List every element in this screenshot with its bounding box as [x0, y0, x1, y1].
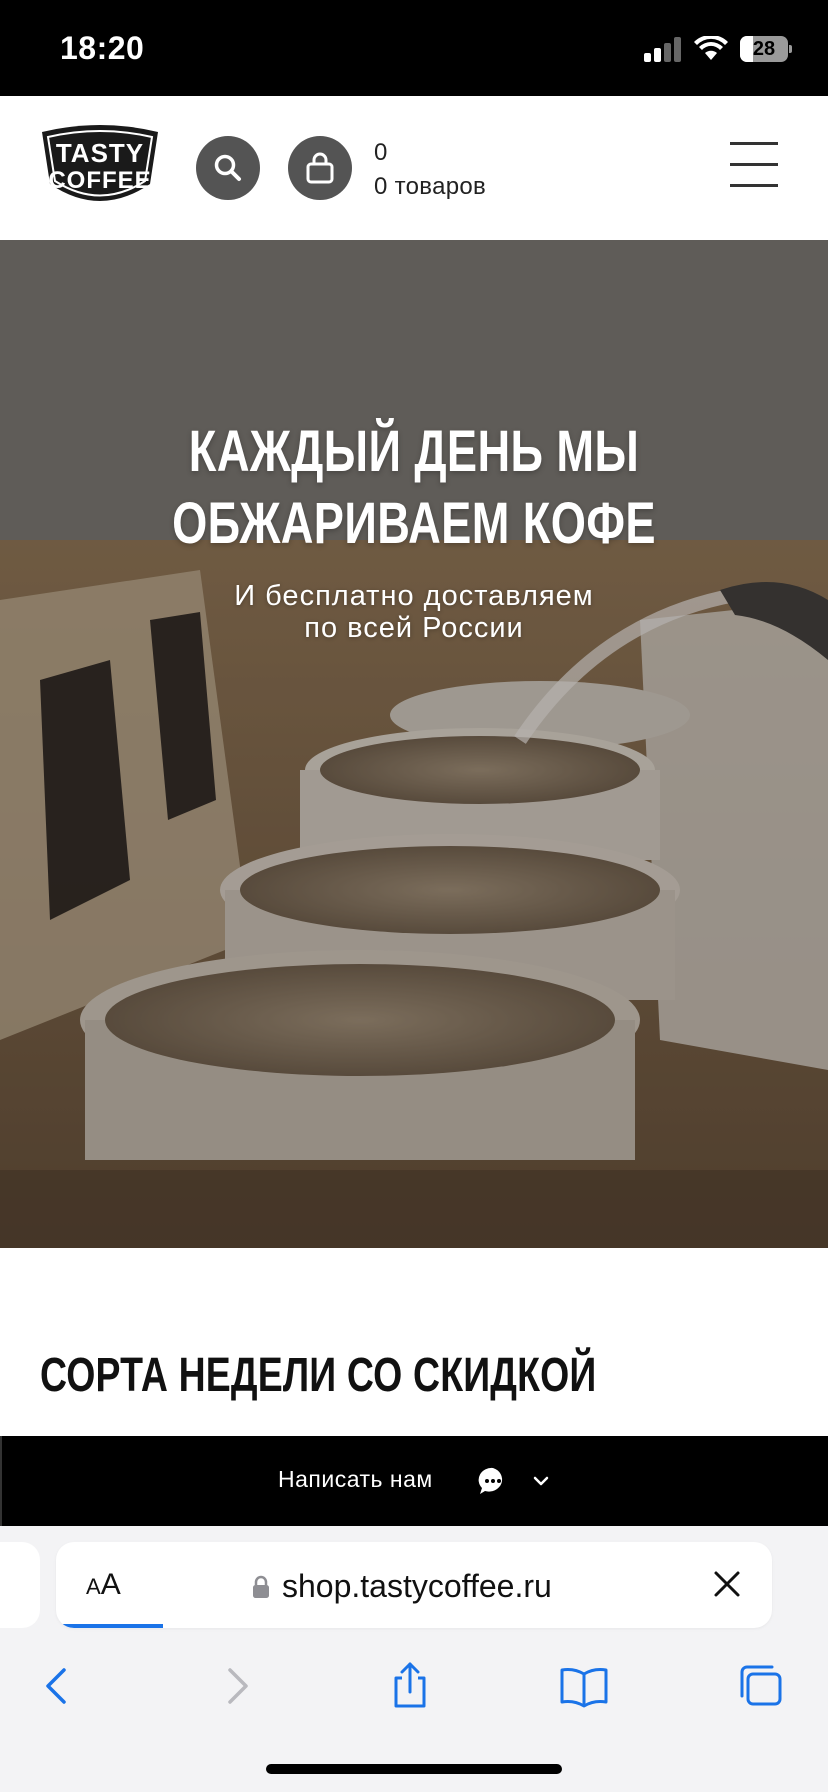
previous-tab-card[interactable]	[0, 1542, 40, 1628]
search-button[interactable]	[196, 136, 260, 200]
tabs-icon[interactable]	[734, 1660, 786, 1712]
hero-banner: КАЖДЫЙ ДЕНЬ МЫ ОБЖАРИВАЕМ КОФЕ И бесплат…	[0, 240, 828, 1248]
share-icon[interactable]	[384, 1660, 436, 1712]
chevron-down-icon[interactable]	[532, 1474, 550, 1488]
browser-toolbar	[0, 1646, 828, 1726]
status-bar: 18:20 28	[0, 0, 828, 96]
svg-text:TASTY: TASTY	[56, 138, 144, 168]
hero-subtitle-line1: И бесплатно доставляем	[234, 580, 594, 612]
section-title-weekly-deals: СОРТА НЕДЕЛИ СО СКИДКОЙ	[40, 1349, 597, 1402]
chat-bar[interactable]: Написать нам	[0, 1436, 828, 1526]
svg-text:COFFEE: COFFEE	[48, 167, 151, 194]
hero-overlay	[0, 240, 828, 1248]
bookmarks-icon[interactable]	[558, 1660, 610, 1712]
tasty-coffee-logo[interactable]: TASTY COFFEE	[38, 122, 162, 210]
cart-items-label: 0 товаров	[374, 173, 487, 200]
forward-icon[interactable]	[210, 1660, 262, 1712]
hero-subtitle-line2: по всей России	[304, 612, 524, 644]
hero-title-line1: КАЖДЫЙ ДЕНЬ МЫ	[188, 419, 640, 484]
reader-settings-button[interactable]: AA	[86, 1568, 121, 1602]
cart-summary[interactable]: 0 0 товаров	[374, 136, 486, 204]
back-icon[interactable]	[32, 1660, 84, 1712]
browser-bottom-bar: AA shop.tastycoffee.ru	[0, 1526, 828, 1792]
hero-subtitle: И бесплатно доставляем по всей России	[164, 580, 664, 644]
cart-icon	[306, 152, 334, 184]
status-icons: 28	[644, 34, 792, 64]
close-icon[interactable]	[712, 1569, 742, 1599]
home-indicator	[266, 1764, 562, 1774]
cart-button[interactable]	[288, 136, 352, 200]
menu-icon[interactable]	[730, 142, 778, 188]
chat-bubble-icon[interactable]	[478, 1466, 508, 1496]
signal-icon	[644, 36, 682, 62]
hero-title: КАЖДЫЙ ДЕНЬ МЫ ОБЖАРИВАЕМ КОФЕ	[91, 416, 737, 560]
hero-title-line2: ОБЖАРИВАЕМ КОФЕ	[172, 491, 656, 556]
wifi-icon	[694, 36, 728, 60]
status-time: 18:20	[60, 30, 145, 66]
url-text: shop.tastycoffee.ru	[282, 1568, 552, 1604]
search-icon	[214, 154, 241, 181]
site-header: TASTY COFFEE 0 0 товаров	[0, 96, 828, 240]
battery-icon: 28	[740, 36, 792, 62]
chat-label[interactable]: Написать нам	[278, 1466, 433, 1493]
lock-icon	[253, 1575, 269, 1598]
cart-count: 0	[374, 139, 388, 166]
url-display[interactable]: shop.tastycoffee.ru	[252, 1568, 552, 1605]
page-load-progress	[56, 1624, 164, 1628]
battery-percentage: 28	[752, 38, 776, 60]
address-bar[interactable]: AA shop.tastycoffee.ru	[56, 1542, 772, 1628]
